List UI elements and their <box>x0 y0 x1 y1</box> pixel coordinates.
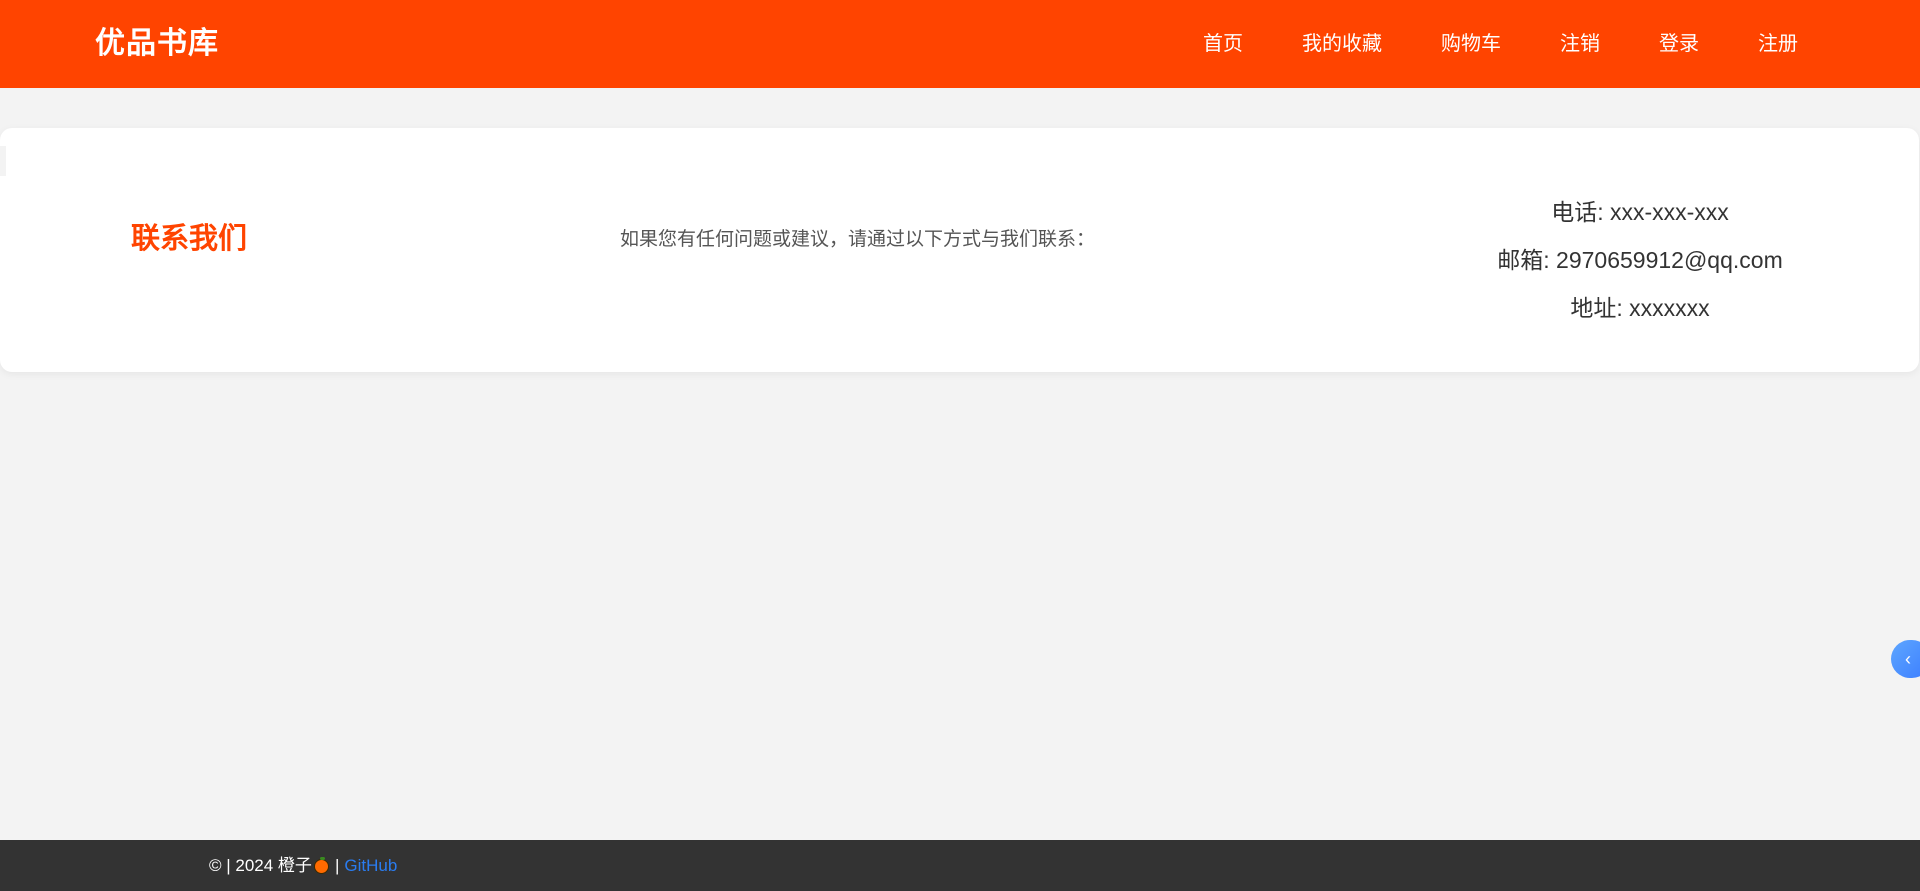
contact-phone: 电话: xxx-xxx-xxx <box>1551 199 1729 225</box>
footer-line: © | 2024 橙子 | GitHub <box>209 856 397 876</box>
nav-home[interactable]: 首页 <box>1203 30 1243 58</box>
contact-info: 电话: xxx-xxx-xxx 邮箱: 2970659912@qq.com 地址… <box>1440 188 1840 332</box>
site-logo-text[interactable]: 优品书库 <box>95 26 219 62</box>
card-edge-tab <box>0 146 6 176</box>
contact-description: 如果您有任何问题或建议，请通过以下方式与我们联系： <box>620 229 1096 250</box>
top-header: 优品书库 首页 我的收藏 购物车 注销 登录 注册 <box>0 0 1920 88</box>
nav-logout[interactable]: 注销 <box>1560 30 1600 58</box>
contact-address: 地址: xxxxxxx <box>1570 295 1710 321</box>
orange-icon <box>313 856 329 874</box>
nav-login[interactable]: 登录 <box>1659 30 1699 58</box>
footer-copyright: © | 2024 橙子 <box>209 856 312 875</box>
page-footer: © | 2024 橙子 | GitHub <box>0 840 1920 891</box>
side-panel-toggle-button[interactable]: ‹ <box>1891 640 1920 678</box>
chevron-left-icon: ‹ <box>1905 649 1911 669</box>
contact-card: 联系我们 如果您有任何问题或建议，请通过以下方式与我们联系： 电话: xxx-x… <box>0 128 1919 372</box>
github-link[interactable]: GitHub <box>344 856 397 876</box>
nav-cart[interactable]: 购物车 <box>1441 30 1501 58</box>
main-nav: 首页 我的收藏 购物车 注销 登录 注册 <box>1203 30 1798 58</box>
nav-favorites[interactable]: 我的收藏 <box>1302 30 1382 58</box>
contact-title: 联系我们 <box>131 223 248 255</box>
contact-email: 邮箱: 2970659912@qq.com <box>1497 247 1783 273</box>
nav-register[interactable]: 注册 <box>1758 30 1798 58</box>
footer-separator: | <box>334 856 340 875</box>
